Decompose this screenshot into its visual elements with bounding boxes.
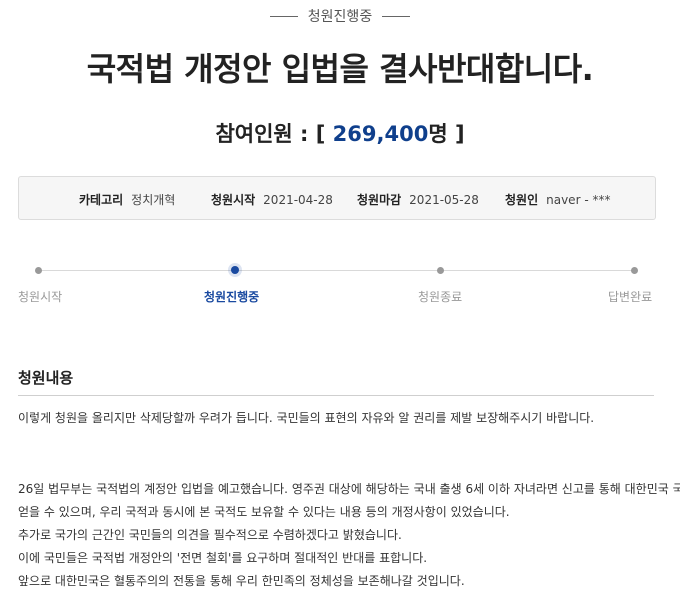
info-author-label: 청원인 — [505, 193, 539, 207]
info-category: 카테고리 정치개혁 — [79, 191, 175, 208]
progress-dot-closed — [437, 267, 444, 274]
progress-line — [38, 270, 634, 271]
status-label: 청원진행중 — [307, 9, 373, 25]
participants-label: 참여인원 : [ — [215, 122, 333, 146]
participants-close: ] — [447, 122, 465, 146]
progress-step-answered: 답변완료 — [608, 290, 653, 304]
content-line-2: 26일 법무부는 국적법의 계정안 입법을 예고했습니다. 영주권 대상에 해당… — [18, 482, 680, 496]
progress-step-ongoing: 청원진행중 — [204, 290, 260, 304]
content-line-5: 이에 국민들은 국적법 개정안의 '전면 철회'를 요구하며 절대적인 반대를 … — [18, 551, 428, 565]
info-author: 청원인 naver - *** — [505, 191, 610, 208]
progress-dot-start — [35, 267, 42, 274]
info-end-label: 청원마감 — [357, 193, 402, 207]
content-line-4: 추가로 국가의 근간인 국민들의 의견을 필수적으로 수렴하겠다고 밝혔습니다. — [18, 528, 402, 542]
info-start-label: 청원시작 — [211, 193, 256, 207]
progress-dot-answered — [631, 267, 638, 274]
content-line-6: 앞으로 대한민국은 혈통주의의 전통을 통해 우리 한민족의 정체성을 보존해나… — [18, 574, 465, 588]
participants-value: 269,400 — [332, 122, 429, 146]
info-start-value: 2021-04-28 — [263, 193, 333, 207]
status-dash-left — [269, 15, 298, 17]
petition-info-box: 카테고리 정치개혁 청원시작 2021-04-28 청원마감 2021-05-28 청… — [18, 176, 656, 220]
participants-unit: 명 — [428, 122, 448, 146]
content-title: 청원내용 — [18, 369, 74, 387]
petition-title: 국적법 개정안 입법을 결사반대합니다. — [86, 50, 594, 88]
info-start: 청원시작 2021-04-28 — [211, 191, 333, 208]
info-category-value: 정치개혁 — [131, 193, 176, 207]
participants-count: 참여인원 : [ 269,400명 ] — [0, 118, 680, 148]
info-author-value: naver - *** — [546, 193, 611, 207]
progress-step-closed: 청원종료 — [418, 290, 463, 304]
status-dash-right — [382, 15, 411, 17]
info-category-label: 카테고리 — [79, 193, 124, 207]
info-end-value: 2021-05-28 — [409, 193, 479, 207]
content-line-3: 얻을 수 있으며, 우리 국적과 동시에 본 국적도 보유할 수 있다는 내용 … — [18, 505, 510, 519]
progress-dot-ongoing — [231, 266, 239, 274]
petition-progress: 청원시작 청원진행중 청원종료 답변완료 — [18, 262, 654, 312]
progress-step-start: 청원시작 — [18, 290, 63, 304]
info-end: 청원마감 2021-05-28 — [357, 191, 479, 208]
content-divider — [18, 395, 654, 396]
content-line-1: 이렇게 청원을 올리지만 삭제당할까 우려가 듭니다. 국민들의 표현의 자유와… — [18, 411, 595, 425]
petition-status-header: 청원진행중 — [0, 6, 680, 26]
